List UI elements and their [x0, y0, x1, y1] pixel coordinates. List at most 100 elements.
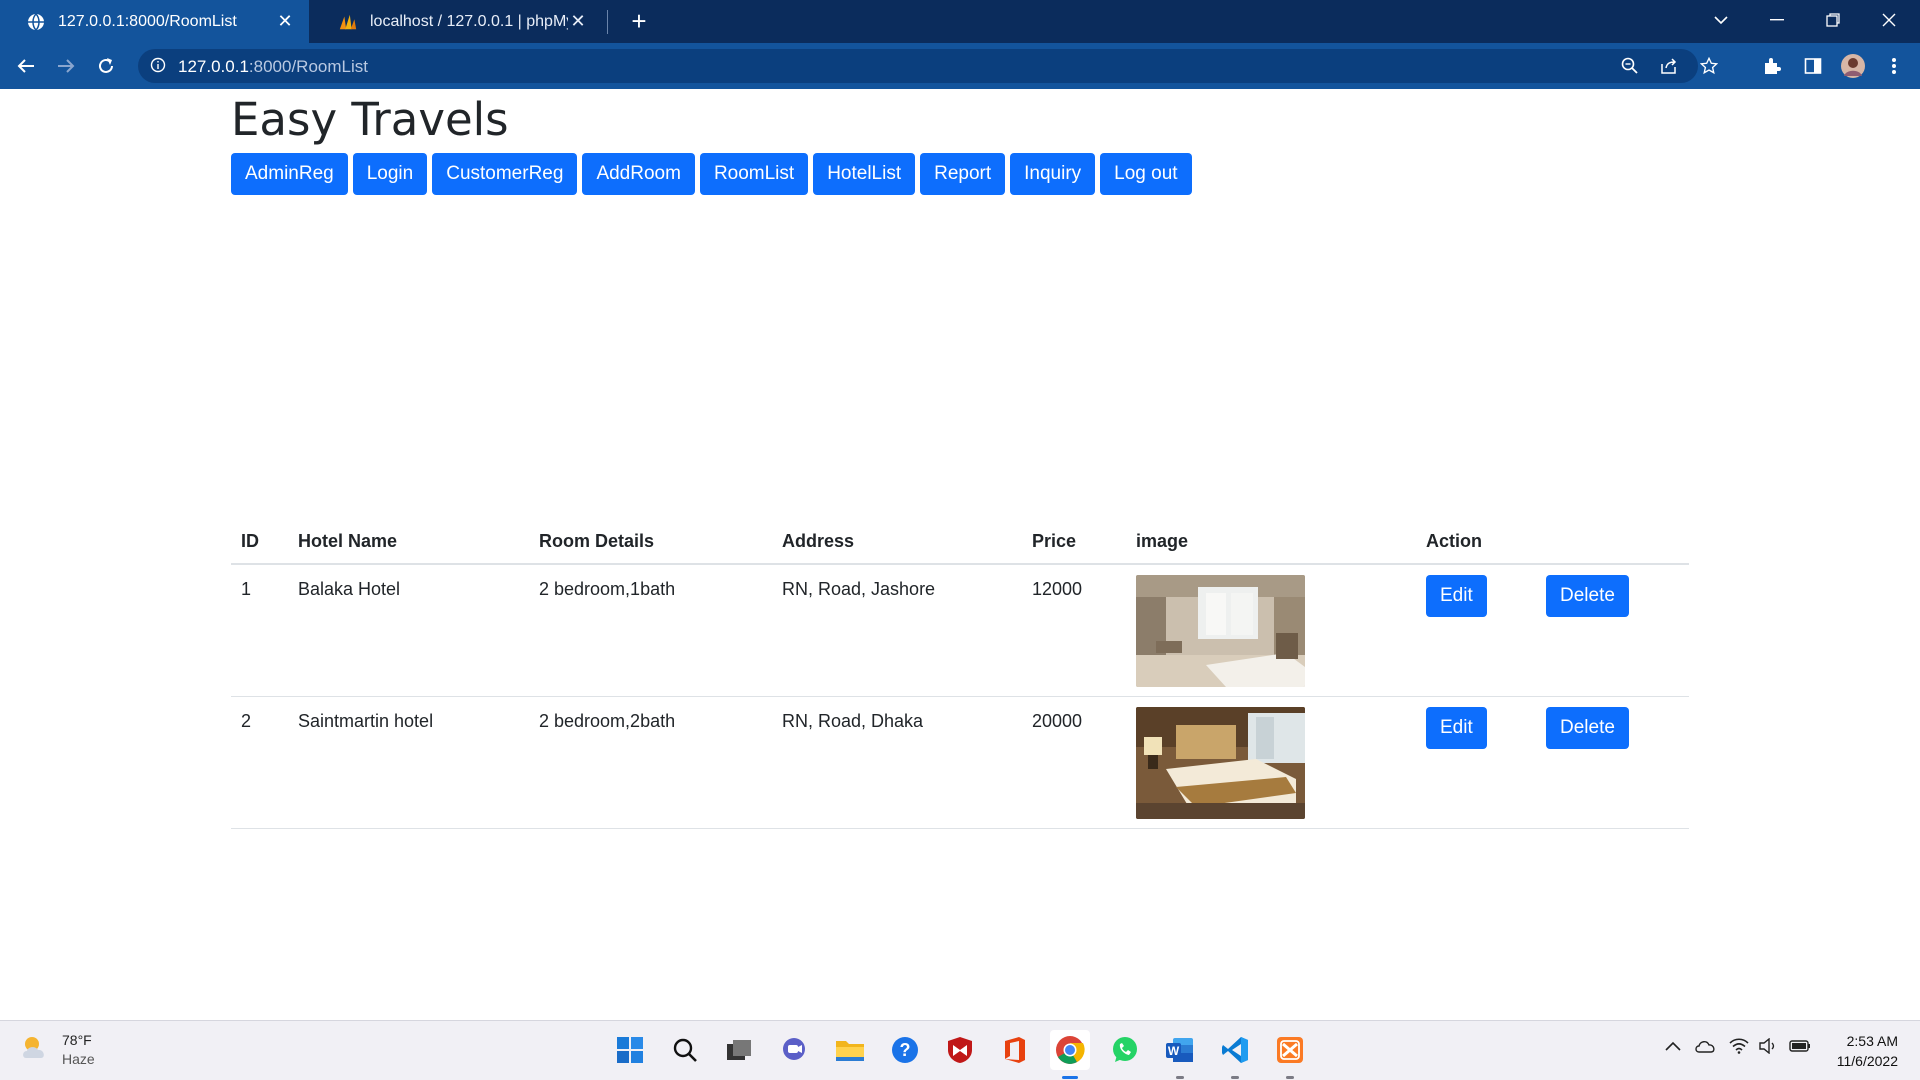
nav-inquiry-button[interactable]: Inquiry [1010, 153, 1096, 195]
weather-haze-icon [20, 1034, 52, 1067]
header-action: Action [1416, 519, 1536, 565]
cell-hotel-name: Balaka Hotel [288, 564, 529, 697]
page-content: Easy Travels AdminReg Login CustomerReg … [0, 89, 1920, 1020]
tab-roomlist[interactable]: 127.0.0.1:8000/RoomList ✕ [0, 0, 309, 43]
header-id: ID [231, 519, 288, 565]
whatsapp-icon[interactable] [1105, 1030, 1145, 1070]
header-price: Price [1022, 519, 1126, 565]
help-icon[interactable]: ? [885, 1030, 925, 1070]
xampp-icon[interactable] [1270, 1030, 1310, 1070]
wifi-icon[interactable] [1729, 1038, 1749, 1054]
minimize-icon[interactable] [1749, 0, 1805, 40]
room-image [1136, 707, 1305, 819]
tab-separator [607, 10, 608, 34]
cell-price: 12000 [1022, 564, 1126, 697]
word-icon[interactable]: W [1160, 1030, 1200, 1070]
edit-button[interactable]: Edit [1426, 707, 1487, 749]
cell-room-details: 2 bedroom,2bath [529, 696, 772, 829]
nav-report-button[interactable]: Report [920, 153, 1006, 195]
task-view-icon[interactable] [719, 1030, 759, 1070]
system-clock[interactable]: 2:53 AM 11/6/2022 [1820, 1031, 1898, 1071]
room-image [1136, 575, 1305, 687]
side-panel-icon[interactable] [1798, 51, 1828, 81]
main-nav: AdminReg Login CustomerReg AddRoom RoomL… [231, 153, 1192, 195]
profile-avatar[interactable] [1838, 51, 1868, 81]
onedrive-icon[interactable] [1694, 1039, 1716, 1053]
delete-button[interactable]: Delete [1546, 575, 1629, 617]
show-hidden-icons-icon[interactable] [1665, 1041, 1681, 1051]
clock-date: 11/6/2022 [1836, 1053, 1898, 1069]
cell-image [1126, 696, 1416, 829]
xampp-running-indicator [1286, 1076, 1294, 1079]
table-header-row: ID Hotel Name Room Details Address Price… [231, 519, 1689, 565]
cell-address: RN, Road, Jashore [772, 564, 1022, 697]
mcafee-icon[interactable] [940, 1030, 980, 1070]
search-icon[interactable] [665, 1030, 705, 1070]
tab-search-icon[interactable] [1693, 0, 1749, 40]
cell-delete: Delete [1536, 564, 1689, 697]
nav-login-button[interactable]: Login [352, 153, 428, 195]
phpmyadmin-icon [338, 12, 358, 32]
menu-icon[interactable] [1879, 51, 1909, 81]
nav-customerreg-button[interactable]: CustomerReg [432, 153, 578, 195]
zoom-icon[interactable] [1615, 51, 1645, 81]
tab-title: localhost / 127.0.0.1 | phpMyAdmin [370, 12, 568, 30]
nav-logout-button[interactable]: Log out [1100, 153, 1192, 195]
restore-icon[interactable] [1805, 0, 1861, 40]
header-image: image [1126, 519, 1416, 565]
battery-icon[interactable] [1789, 1039, 1811, 1053]
new-tab-icon[interactable]: + [624, 7, 654, 37]
close-icon[interactable]: ✕ [275, 11, 295, 32]
cell-id: 2 [231, 696, 288, 829]
clock-time: 2:53 AM [1846, 1033, 1898, 1049]
weather-desc: Haze [62, 1051, 95, 1067]
forward-icon[interactable] [50, 50, 82, 82]
cell-edit: Edit [1416, 564, 1536, 697]
share-icon[interactable] [1654, 51, 1684, 81]
weather-temp: 78°F [62, 1032, 92, 1048]
bookmark-star-icon[interactable] [1694, 51, 1724, 81]
browser-tabstrip: 127.0.0.1:8000/RoomList ✕ localhost / 12… [0, 0, 1920, 43]
cell-id: 1 [231, 564, 288, 697]
delete-button[interactable]: Delete [1546, 707, 1629, 749]
office-icon[interactable] [995, 1030, 1035, 1070]
nav-roomlist-button[interactable]: RoomList [699, 153, 809, 195]
header-empty [1536, 519, 1689, 565]
reload-icon[interactable] [90, 50, 122, 82]
weather-widget[interactable]: 78°F Haze [20, 1031, 95, 1069]
site-info-icon[interactable] [150, 57, 166, 78]
tab-phpmyadmin[interactable]: localhost / 127.0.0.1 | phpMyAdmin ✕ [312, 0, 602, 43]
cell-room-details: 2 bedroom,1bath [529, 564, 772, 697]
nav-addroom-button[interactable]: AddRoom [582, 153, 695, 195]
table-row: 2 Saintmartin hotel 2 bedroom,2bath RN, … [231, 696, 1689, 829]
word-running-indicator [1176, 1076, 1184, 1079]
vscode-running-indicator [1231, 1076, 1239, 1079]
cell-address: RN, Road, Dhaka [772, 696, 1022, 829]
cell-hotel-name: Saintmartin hotel [288, 696, 529, 829]
chrome-running-indicator [1062, 1076, 1078, 1079]
url-text: 127.0.0.1:8000/RoomList [178, 57, 368, 76]
chat-icon[interactable] [774, 1030, 814, 1070]
extensions-icon[interactable] [1757, 51, 1787, 81]
start-icon[interactable] [610, 1030, 650, 1070]
cell-price: 20000 [1022, 696, 1126, 829]
address-bar[interactable]: 127.0.0.1:8000/RoomList [138, 49, 1718, 83]
cell-delete: Delete [1536, 696, 1689, 829]
volume-icon[interactable] [1759, 1038, 1779, 1054]
nav-hotellist-button[interactable]: HotelList [813, 153, 916, 195]
close-icon[interactable]: ✕ [568, 11, 588, 32]
svg-text:W: W [1168, 1044, 1180, 1058]
windows-taskbar: 78°F Haze ? W 2:53 AM 11/6/2022 [0, 1020, 1920, 1080]
room-table: ID Hotel Name Room Details Address Price… [231, 519, 1689, 829]
browser-toolbar: 127.0.0.1:8000/RoomList [0, 43, 1920, 89]
close-window-icon[interactable] [1861, 0, 1917, 40]
nav-adminreg-button[interactable]: AdminReg [231, 153, 348, 195]
page-title: Easy Travels [231, 93, 509, 146]
table-row: 1 Balaka Hotel 2 bedroom,1bath RN, Road,… [231, 564, 1689, 697]
vscode-icon[interactable] [1215, 1030, 1255, 1070]
file-explorer-icon[interactable] [830, 1030, 870, 1070]
chrome-icon[interactable] [1050, 1030, 1090, 1070]
back-icon[interactable] [10, 50, 42, 82]
header-address: Address [772, 519, 1022, 565]
edit-button[interactable]: Edit [1426, 575, 1487, 617]
